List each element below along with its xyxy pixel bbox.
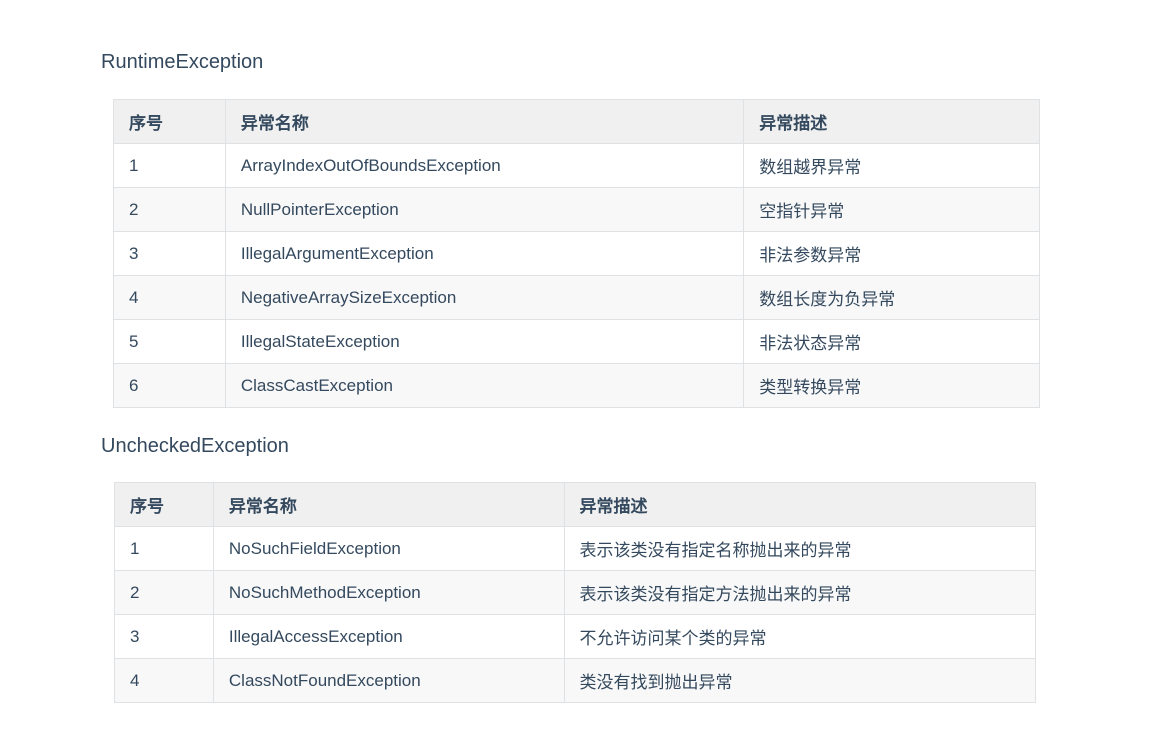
header-index: 序号 bbox=[113, 99, 226, 144]
header-description: 异常描述 bbox=[563, 482, 1036, 527]
cell-description: 类没有找到抛出异常 bbox=[563, 658, 1036, 703]
header-name: 异常名称 bbox=[224, 99, 745, 144]
cell-description: 类型转换异常 bbox=[743, 363, 1040, 408]
cell-name: NoSuchFieldException bbox=[212, 526, 565, 571]
cell-name: NullPointerException bbox=[224, 187, 745, 232]
section-title-unchecked: UncheckedException bbox=[101, 435, 289, 457]
table-header-row: 序号 异常名称 异常描述 bbox=[114, 482, 1036, 527]
table-row: 1 ArrayIndexOutOfBoundsException 数组越界异常 bbox=[113, 143, 1040, 188]
cell-index: 3 bbox=[113, 231, 226, 276]
cell-description: 非法参数异常 bbox=[743, 231, 1040, 276]
cell-name: IllegalStateException bbox=[224, 319, 745, 364]
cell-index: 4 bbox=[114, 658, 214, 703]
cell-description: 表示该类没有指定名称抛出来的异常 bbox=[563, 526, 1036, 571]
table-row: 4 ClassNotFoundException 类没有找到抛出异常 bbox=[114, 658, 1036, 703]
unchecked-exception-table: 序号 异常名称 异常描述 1 NoSuchFieldException 表示该类… bbox=[114, 482, 1036, 703]
header-name: 异常名称 bbox=[212, 482, 565, 527]
cell-index: 4 bbox=[113, 275, 226, 320]
table-row: 5 IllegalStateException 非法状态异常 bbox=[113, 319, 1040, 364]
cell-name: ClassCastException bbox=[224, 363, 745, 408]
cell-description: 不允许访问某个类的异常 bbox=[563, 614, 1036, 659]
table-row: 6 ClassCastException 类型转换异常 bbox=[113, 363, 1040, 408]
header-description: 异常描述 bbox=[743, 99, 1040, 144]
cell-name: IllegalArgumentException bbox=[224, 231, 745, 276]
table-row: 3 IllegalArgumentException 非法参数异常 bbox=[113, 231, 1040, 276]
cell-index: 1 bbox=[114, 526, 214, 571]
cell-name: NoSuchMethodException bbox=[212, 570, 565, 615]
table-row: 3 IllegalAccessException 不允许访问某个类的异常 bbox=[114, 614, 1036, 659]
table-row: 1 NoSuchFieldException 表示该类没有指定名称抛出来的异常 bbox=[114, 526, 1036, 571]
cell-index: 2 bbox=[114, 570, 214, 615]
cell-name: IllegalAccessException bbox=[212, 614, 565, 659]
table-row: 2 NoSuchMethodException 表示该类没有指定方法抛出来的异常 bbox=[114, 570, 1036, 615]
cell-description: 非法状态异常 bbox=[743, 319, 1040, 364]
table-header-row: 序号 异常名称 异常描述 bbox=[113, 99, 1040, 144]
cell-description: 数组长度为负异常 bbox=[743, 275, 1040, 320]
cell-name: NegativeArraySizeException bbox=[224, 275, 745, 320]
cell-description: 数组越界异常 bbox=[743, 143, 1040, 188]
header-index: 序号 bbox=[114, 482, 214, 527]
cell-name: ArrayIndexOutOfBoundsException bbox=[224, 143, 745, 188]
table-row: 4 NegativeArraySizeException 数组长度为负异常 bbox=[113, 275, 1040, 320]
cell-index: 2 bbox=[113, 187, 226, 232]
table-row: 2 NullPointerException 空指针异常 bbox=[113, 187, 1040, 232]
cell-index: 3 bbox=[114, 614, 214, 659]
cell-index: 1 bbox=[113, 143, 226, 188]
cell-index: 5 bbox=[113, 319, 226, 364]
section-title-runtime: RuntimeException bbox=[101, 51, 264, 73]
cell-description: 表示该类没有指定方法抛出来的异常 bbox=[563, 570, 1036, 615]
cell-index: 6 bbox=[113, 363, 226, 408]
cell-name: ClassNotFoundException bbox=[212, 658, 565, 703]
runtime-exception-table: 序号 异常名称 异常描述 1 ArrayIndexOutOfBoundsExce… bbox=[113, 99, 1040, 408]
cell-description: 空指针异常 bbox=[743, 187, 1040, 232]
